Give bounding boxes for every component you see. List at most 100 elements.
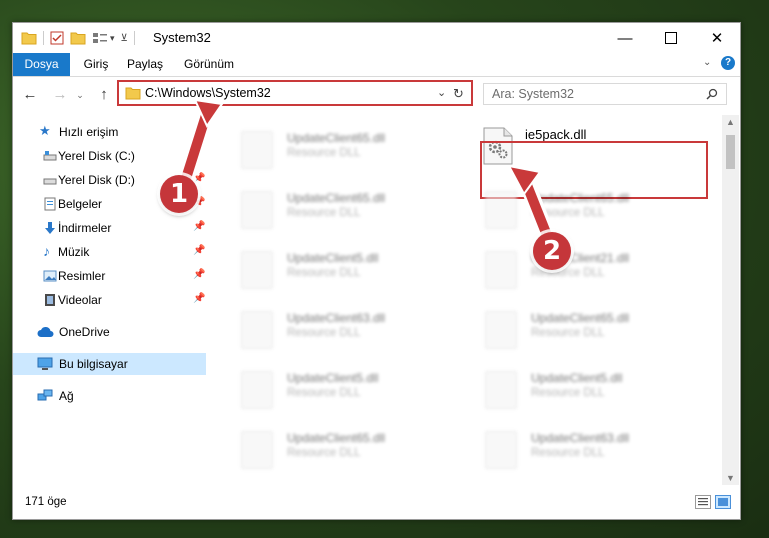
dll-file-icon <box>241 311 273 349</box>
file-list: UpdateClient65.dll Resource DLL UpdateCl… <box>209 115 721 485</box>
file-item[interactable]: UpdateClient65.dll Resource DLL <box>229 183 454 237</box>
details-view-icon <box>698 498 708 506</box>
downloads-icon <box>45 222 55 234</box>
tab-home[interactable]: Giriş <box>75 53 117 76</box>
back-button[interactable]: ← <box>21 86 39 104</box>
pictures-icon <box>43 270 57 282</box>
expand-ribbon-icon[interactable]: ⌄ <box>703 57 711 68</box>
file-item[interactable]: UpdateClient5.dll Resource DLL <box>229 363 454 417</box>
videos-icon <box>45 294 55 306</box>
maximize-icon <box>665 32 677 44</box>
drive-icon <box>43 178 57 185</box>
file-item[interactable]: UpdateClient5.dll Resource DLL <box>473 363 698 417</box>
highlighted-file-name: ie5pack.dll <box>525 127 587 142</box>
dll-file-icon <box>241 251 273 289</box>
up-button[interactable]: ↑ <box>95 86 113 104</box>
pin-icon[interactable]: 📌 <box>193 245 205 256</box>
tab-share[interactable]: Paylaş <box>119 53 171 76</box>
step-badge-2: 2 <box>533 232 571 270</box>
file-item[interactable]: UpdateClient65.dll Resource DLL <box>229 123 454 177</box>
new-folder-icon[interactable] <box>70 31 86 45</box>
file-item[interactable]: UpdateClient65.dll Resource DLL <box>229 423 454 477</box>
large-icons-view-button[interactable] <box>715 495 731 509</box>
view-options-icon[interactable] <box>92 31 108 45</box>
ribbon: Dosya Giriş Paylaş Görünüm ⌄ ? <box>13 53 740 77</box>
dll-file-icon <box>241 431 273 469</box>
customize-toolbar-icon[interactable]: ⊻ <box>121 33 128 44</box>
status-bar: 171 öge <box>13 489 740 517</box>
dll-file-icon <box>485 431 517 469</box>
file-item[interactable]: UpdateClient65.dll Resource DLL <box>473 183 698 237</box>
scroll-up-icon[interactable]: ▲ <box>722 115 739 129</box>
dll-file-icon <box>485 191 517 229</box>
file-item[interactable]: UpdateClient21.dll Resource DLL <box>473 243 698 297</box>
search-icon <box>706 88 718 100</box>
nav-item-music[interactable]: ♪ Müzik 📌 <box>13 241 206 263</box>
navigation-pane: ★ Hızlı erişim Yerel Disk (C:) Yerel Dis… <box>13 115 206 485</box>
item-count: 171 öge <box>25 496 67 508</box>
nav-item-drive-c[interactable]: Yerel Disk (C:) <box>13 145 206 167</box>
folder-icon <box>125 87 141 100</box>
nav-onedrive[interactable]: OneDrive <box>13 321 206 343</box>
recent-locations-button[interactable]: ⌄ <box>71 86 89 104</box>
file-item[interactable]: UpdateClient63.dll Resource DLL <box>229 303 454 357</box>
minimize-button[interactable]: — <box>602 23 648 53</box>
computer-icon <box>37 357 53 370</box>
music-icon: ♪ <box>43 243 50 259</box>
nav-network[interactable]: Ağ <box>13 385 206 407</box>
pin-icon[interactable]: 📌 <box>193 269 205 280</box>
close-icon: ✕ <box>710 30 724 47</box>
properties-icon[interactable] <box>50 31 64 45</box>
up-arrow-icon: ↑ <box>100 86 108 103</box>
navigation-bar: ← → ⌄ ↑ C:\Windows\System32 ⌄ ↻ Ara: Sys… <box>13 77 740 113</box>
network-icon <box>37 389 53 401</box>
address-bar[interactable]: C:\Windows\System32 ⌄ <box>117 80 473 106</box>
close-button[interactable]: ✕ <box>694 23 740 53</box>
file-item[interactable]: UpdateClient65.dll Resource DLL <box>473 303 698 357</box>
nav-item-downloads[interactable]: İndirmeler 📌 <box>13 217 206 239</box>
forward-arrow-icon: → <box>52 86 68 103</box>
dll-file-icon <box>485 311 517 349</box>
minimize-icon: — <box>617 29 633 47</box>
file-item[interactable]: UpdateClient5.dll Resource DLL <box>229 243 454 297</box>
folder-icon[interactable] <box>21 31 37 45</box>
cloud-icon <box>37 326 54 337</box>
tab-file[interactable]: Dosya <box>13 53 70 76</box>
dll-file-icon <box>241 131 273 169</box>
dll-file-icon <box>241 191 273 229</box>
chevron-down-icon: ⌄ <box>76 90 84 100</box>
nav-item-pictures[interactable]: Resimler 📌 <box>13 265 206 287</box>
documents-icon <box>44 197 56 211</box>
scroll-down-icon[interactable]: ▼ <box>722 471 739 485</box>
chevron-down-icon[interactable]: ▾ <box>110 33 115 44</box>
address-dropdown-icon[interactable]: ⌄ <box>437 86 446 99</box>
refresh-icon[interactable]: ↻ <box>453 86 464 102</box>
nav-quick-access[interactable]: ★ Hızlı erişim <box>13 121 206 143</box>
pin-icon[interactable]: 📌 <box>193 293 205 304</box>
vertical-scrollbar[interactable]: ▲ ▼ <box>722 115 739 485</box>
back-arrow-icon: ← <box>22 86 38 103</box>
dll-file-icon <box>485 251 517 289</box>
explorer-window: ▾ ⊻ System32 — ✕ Dosya Giriş Paylaş Görü… <box>12 22 741 520</box>
address-path[interactable]: C:\Windows\System32 <box>145 86 271 100</box>
help-icon[interactable]: ? <box>721 56 735 70</box>
scrollbar-thumb[interactable] <box>726 135 735 169</box>
star-icon: ★ <box>39 123 51 138</box>
tab-view[interactable]: Görünüm <box>177 53 241 76</box>
search-placeholder: Ara: System32 <box>492 87 574 101</box>
step-badge-1: 1 <box>160 175 198 213</box>
dll-file-icon <box>485 371 517 409</box>
quick-access-toolbar: ▾ ⊻ <box>21 29 141 47</box>
file-item[interactable]: UpdateClient63.dll Resource DLL <box>473 423 698 477</box>
nav-item-videos[interactable]: Videolar 📌 <box>13 289 206 311</box>
details-view-button[interactable] <box>695 495 711 509</box>
title-bar: ▾ ⊻ System32 — ✕ <box>13 23 740 53</box>
pin-icon[interactable]: 📌 <box>193 221 205 232</box>
nav-this-pc[interactable]: Bu bilgisayar <box>13 353 206 375</box>
forward-button[interactable]: → <box>51 86 69 104</box>
maximize-button[interactable] <box>648 23 694 53</box>
dll-file-icon <box>241 371 273 409</box>
pin-icon[interactable]: 📌 <box>193 173 205 184</box>
large-icons-view-icon <box>718 498 728 506</box>
search-input[interactable]: Ara: System32 <box>483 83 727 105</box>
